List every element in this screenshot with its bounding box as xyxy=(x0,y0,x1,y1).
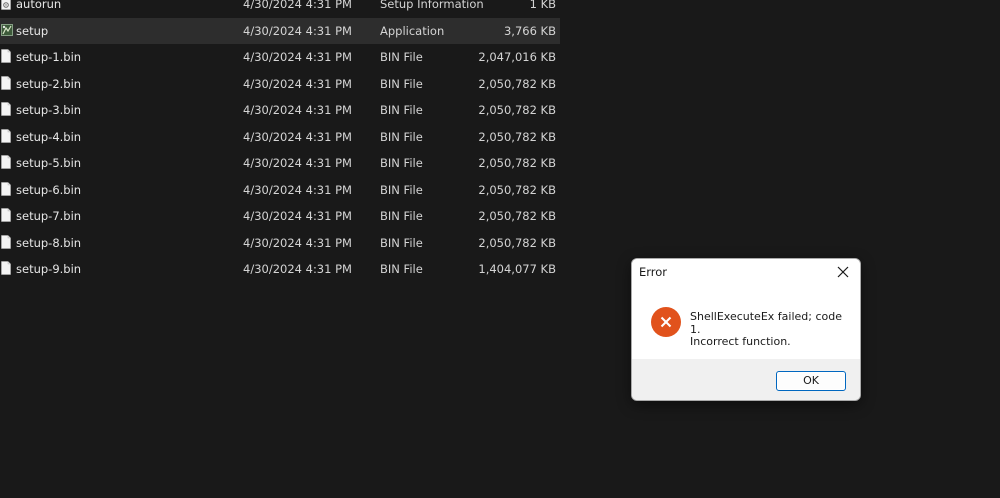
file-type: BIN File xyxy=(380,235,423,250)
file-size: 2,050,782 KB xyxy=(478,235,556,250)
file-name: setup-1.bin xyxy=(16,50,82,64)
file-row[interactable]: autorun 4/30/2024 4:31 PM Setup Informat… xyxy=(0,0,560,18)
file-date-modified: 4/30/2024 4:31 PM xyxy=(243,50,352,64)
file-type: Setup Information xyxy=(380,0,484,11)
file-date-modified: 4/30/2024 4:31 PM xyxy=(243,235,352,250)
file-icon xyxy=(1,155,11,169)
file-type: BIN File xyxy=(380,76,423,91)
file-name: setup-8.bin xyxy=(16,235,82,250)
file-icon xyxy=(1,128,11,143)
file-date-modified: 4/30/2024 4:31 PM xyxy=(243,103,352,117)
file-icon xyxy=(1,181,11,196)
error-dialog: Error ShellExecuteEx failed; code 1. Inc… xyxy=(631,258,861,401)
file-type: BIN File xyxy=(380,103,423,117)
file-size: 2,050,782 KB xyxy=(478,209,556,223)
file-icon xyxy=(1,49,11,63)
file-date-modified: 4/30/2024 4:31 PM xyxy=(243,76,352,91)
file-type: BIN File xyxy=(380,262,423,276)
file-type: BIN File xyxy=(380,182,423,197)
application-icon xyxy=(1,23,13,37)
file-icon xyxy=(1,234,11,249)
settings-file-icon xyxy=(1,0,11,10)
file-type: BIN File xyxy=(380,129,423,144)
dialog-message-line1: ShellExecuteEx failed; code 1. xyxy=(690,310,842,336)
file-row[interactable]: setup-2.bin 4/30/2024 4:31 PM BIN File 2… xyxy=(0,71,560,98)
file-row[interactable]: setup-4.bin 4/30/2024 4:31 PM BIN File 2… xyxy=(0,124,560,151)
dialog-titlebar[interactable]: Error xyxy=(632,259,860,286)
file-icon xyxy=(1,261,11,275)
file-row[interactable]: setup-9.bin 4/30/2024 4:31 PM BIN File 1… xyxy=(0,256,560,283)
file-size: 1 KB xyxy=(529,0,556,11)
dialog-content: ShellExecuteEx failed; code 1. Incorrect… xyxy=(632,286,860,359)
file-name: setup xyxy=(16,23,49,38)
file-icon xyxy=(1,102,11,116)
file-size: 1,404,077 KB xyxy=(478,262,556,276)
file-row[interactable]: setup-7.bin 4/30/2024 4:31 PM BIN File 2… xyxy=(0,203,560,230)
file-date-modified: 4/30/2024 4:31 PM xyxy=(243,262,352,276)
file-date-modified: 4/30/2024 4:31 PM xyxy=(243,23,352,38)
file-size: 3,766 KB xyxy=(503,23,556,38)
file-name: setup-9.bin xyxy=(16,262,82,276)
file-name: setup-6.bin xyxy=(16,182,82,197)
dialog-title: Error xyxy=(639,265,668,279)
file-date-modified: 4/30/2024 4:31 PM xyxy=(243,209,352,223)
file-type: Application xyxy=(380,23,445,38)
file-name: setup-7.bin xyxy=(16,209,82,223)
file-size: 2,047,016 KB xyxy=(478,50,556,64)
file-type: BIN File xyxy=(380,156,423,170)
dialog-footer: OK xyxy=(632,359,860,400)
file-date-modified: 4/30/2024 4:31 PM xyxy=(243,0,352,11)
file-row[interactable]: setup-1.bin 4/30/2024 4:31 PM BIN File 2… xyxy=(0,44,560,71)
file-type: BIN File xyxy=(380,50,423,64)
file-date-modified: 4/30/2024 4:31 PM xyxy=(243,156,352,170)
file-name: setup-5.bin xyxy=(16,156,82,170)
file-icon xyxy=(1,75,11,90)
file-date-modified: 4/30/2024 4:31 PM xyxy=(243,129,352,144)
dialog-message: ShellExecuteEx failed; code 1. Incorrect… xyxy=(690,310,855,349)
file-size: 2,050,782 KB xyxy=(478,156,556,170)
file-name: setup-3.bin xyxy=(16,103,82,117)
file-date-modified: 4/30/2024 4:31 PM xyxy=(243,182,352,197)
file-row[interactable]: setup-8.bin 4/30/2024 4:31 PM BIN File 2… xyxy=(0,230,560,257)
file-row[interactable]: setup 4/30/2024 4:31 PM Application 3,76… xyxy=(0,17,560,44)
close-icon[interactable] xyxy=(832,262,854,282)
ok-button[interactable]: OK xyxy=(776,371,846,391)
file-row[interactable]: setup-5.bin 4/30/2024 4:31 PM BIN File 2… xyxy=(0,150,560,177)
file-name: setup-2.bin xyxy=(16,76,82,91)
dialog-message-line2: Incorrect function. xyxy=(690,335,791,348)
file-name: autorun xyxy=(16,0,62,11)
file-size: 2,050,782 KB xyxy=(478,76,556,91)
file-name: setup-4.bin xyxy=(16,129,82,144)
file-size: 2,050,782 KB xyxy=(478,103,556,117)
error-icon xyxy=(651,307,681,337)
file-size: 2,050,782 KB xyxy=(478,182,556,197)
file-list: autorun 4/30/2024 4:31 PM Setup Informat… xyxy=(0,0,560,283)
file-row[interactable]: setup-6.bin 4/30/2024 4:31 PM BIN File 2… xyxy=(0,177,560,204)
file-icon xyxy=(1,208,11,222)
file-size: 2,050,782 KB xyxy=(478,129,556,144)
file-type: BIN File xyxy=(380,209,423,223)
file-row[interactable]: setup-3.bin 4/30/2024 4:31 PM BIN File 2… xyxy=(0,97,560,124)
